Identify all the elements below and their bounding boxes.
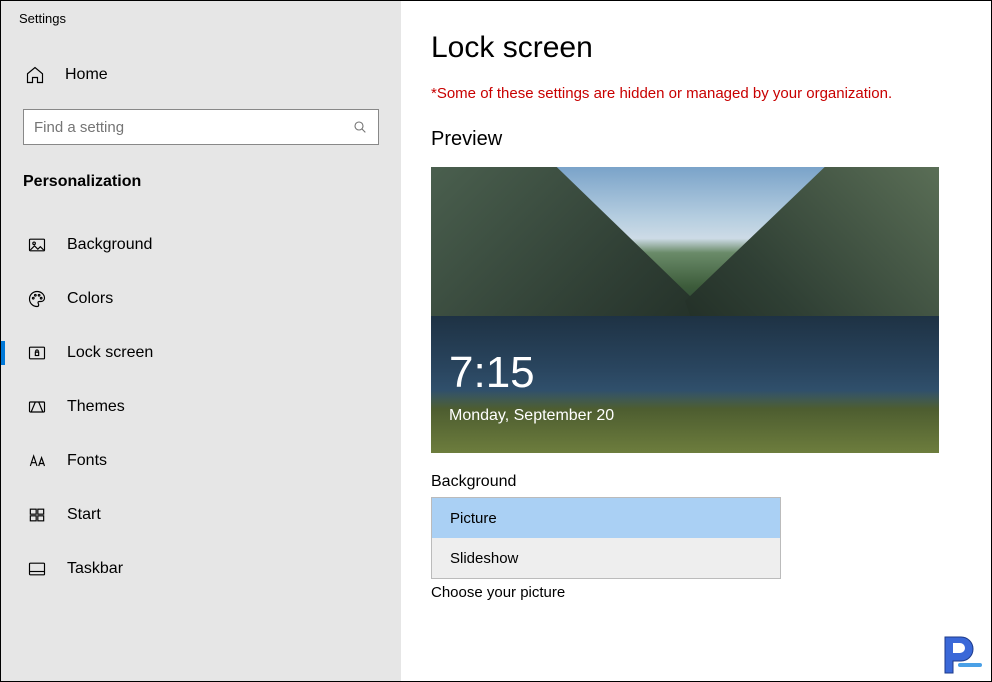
start-icon (27, 505, 47, 525)
nav-label: Taskbar (67, 560, 123, 578)
nav-label: Background (67, 236, 152, 254)
picture-icon (27, 235, 47, 255)
home-nav[interactable]: Home (23, 61, 379, 89)
preview-date: Monday, September 20 (449, 407, 614, 425)
nav-themes[interactable]: Themes (23, 383, 379, 431)
nav-list: Background Colors Lock screen Themes Fon… (23, 221, 379, 593)
sidebar: Settings Home Personalization Background… (1, 1, 401, 681)
nav-label: Start (67, 506, 101, 524)
category-heading: Personalization (23, 173, 379, 191)
themes-icon (27, 397, 47, 417)
nav-fonts[interactable]: Fonts (23, 437, 379, 485)
window-title: Settings (19, 11, 379, 26)
nav-label: Fonts (67, 452, 107, 470)
home-icon (25, 65, 45, 85)
main-content: Lock screen *Some of these settings are … (401, 1, 991, 681)
fonts-icon (27, 451, 47, 471)
nav-start[interactable]: Start (23, 491, 379, 539)
search-box[interactable] (23, 109, 379, 145)
nav-background[interactable]: Background (23, 221, 379, 269)
policy-warning: *Some of these settings are hidden or ma… (431, 85, 961, 102)
nav-lock-screen[interactable]: Lock screen (23, 329, 379, 377)
search-icon (352, 119, 368, 135)
background-label: Background (431, 473, 961, 491)
preview-heading: Preview (431, 128, 961, 151)
taskbar-icon (27, 559, 47, 579)
nav-colors[interactable]: Colors (23, 275, 379, 323)
home-label: Home (65, 66, 108, 84)
search-input[interactable] (34, 119, 352, 136)
dropdown-option-slideshow[interactable]: Slideshow (432, 538, 780, 578)
background-dropdown[interactable]: Picture Slideshow (431, 497, 781, 579)
preview-time: 7:15 (449, 348, 535, 398)
lock-screen-preview: 7:15 Monday, September 20 (431, 167, 939, 453)
palette-icon (27, 289, 47, 309)
nav-taskbar[interactable]: Taskbar (23, 545, 379, 593)
nav-label: Lock screen (67, 344, 153, 362)
dropdown-option-picture[interactable]: Picture (432, 498, 780, 538)
choose-picture-label: Choose your picture (431, 584, 961, 601)
lock-screen-icon (27, 343, 47, 363)
page-title: Lock screen (431, 31, 961, 65)
nav-label: Colors (67, 290, 113, 308)
brand-logo-icon (937, 629, 985, 677)
nav-label: Themes (67, 398, 125, 416)
